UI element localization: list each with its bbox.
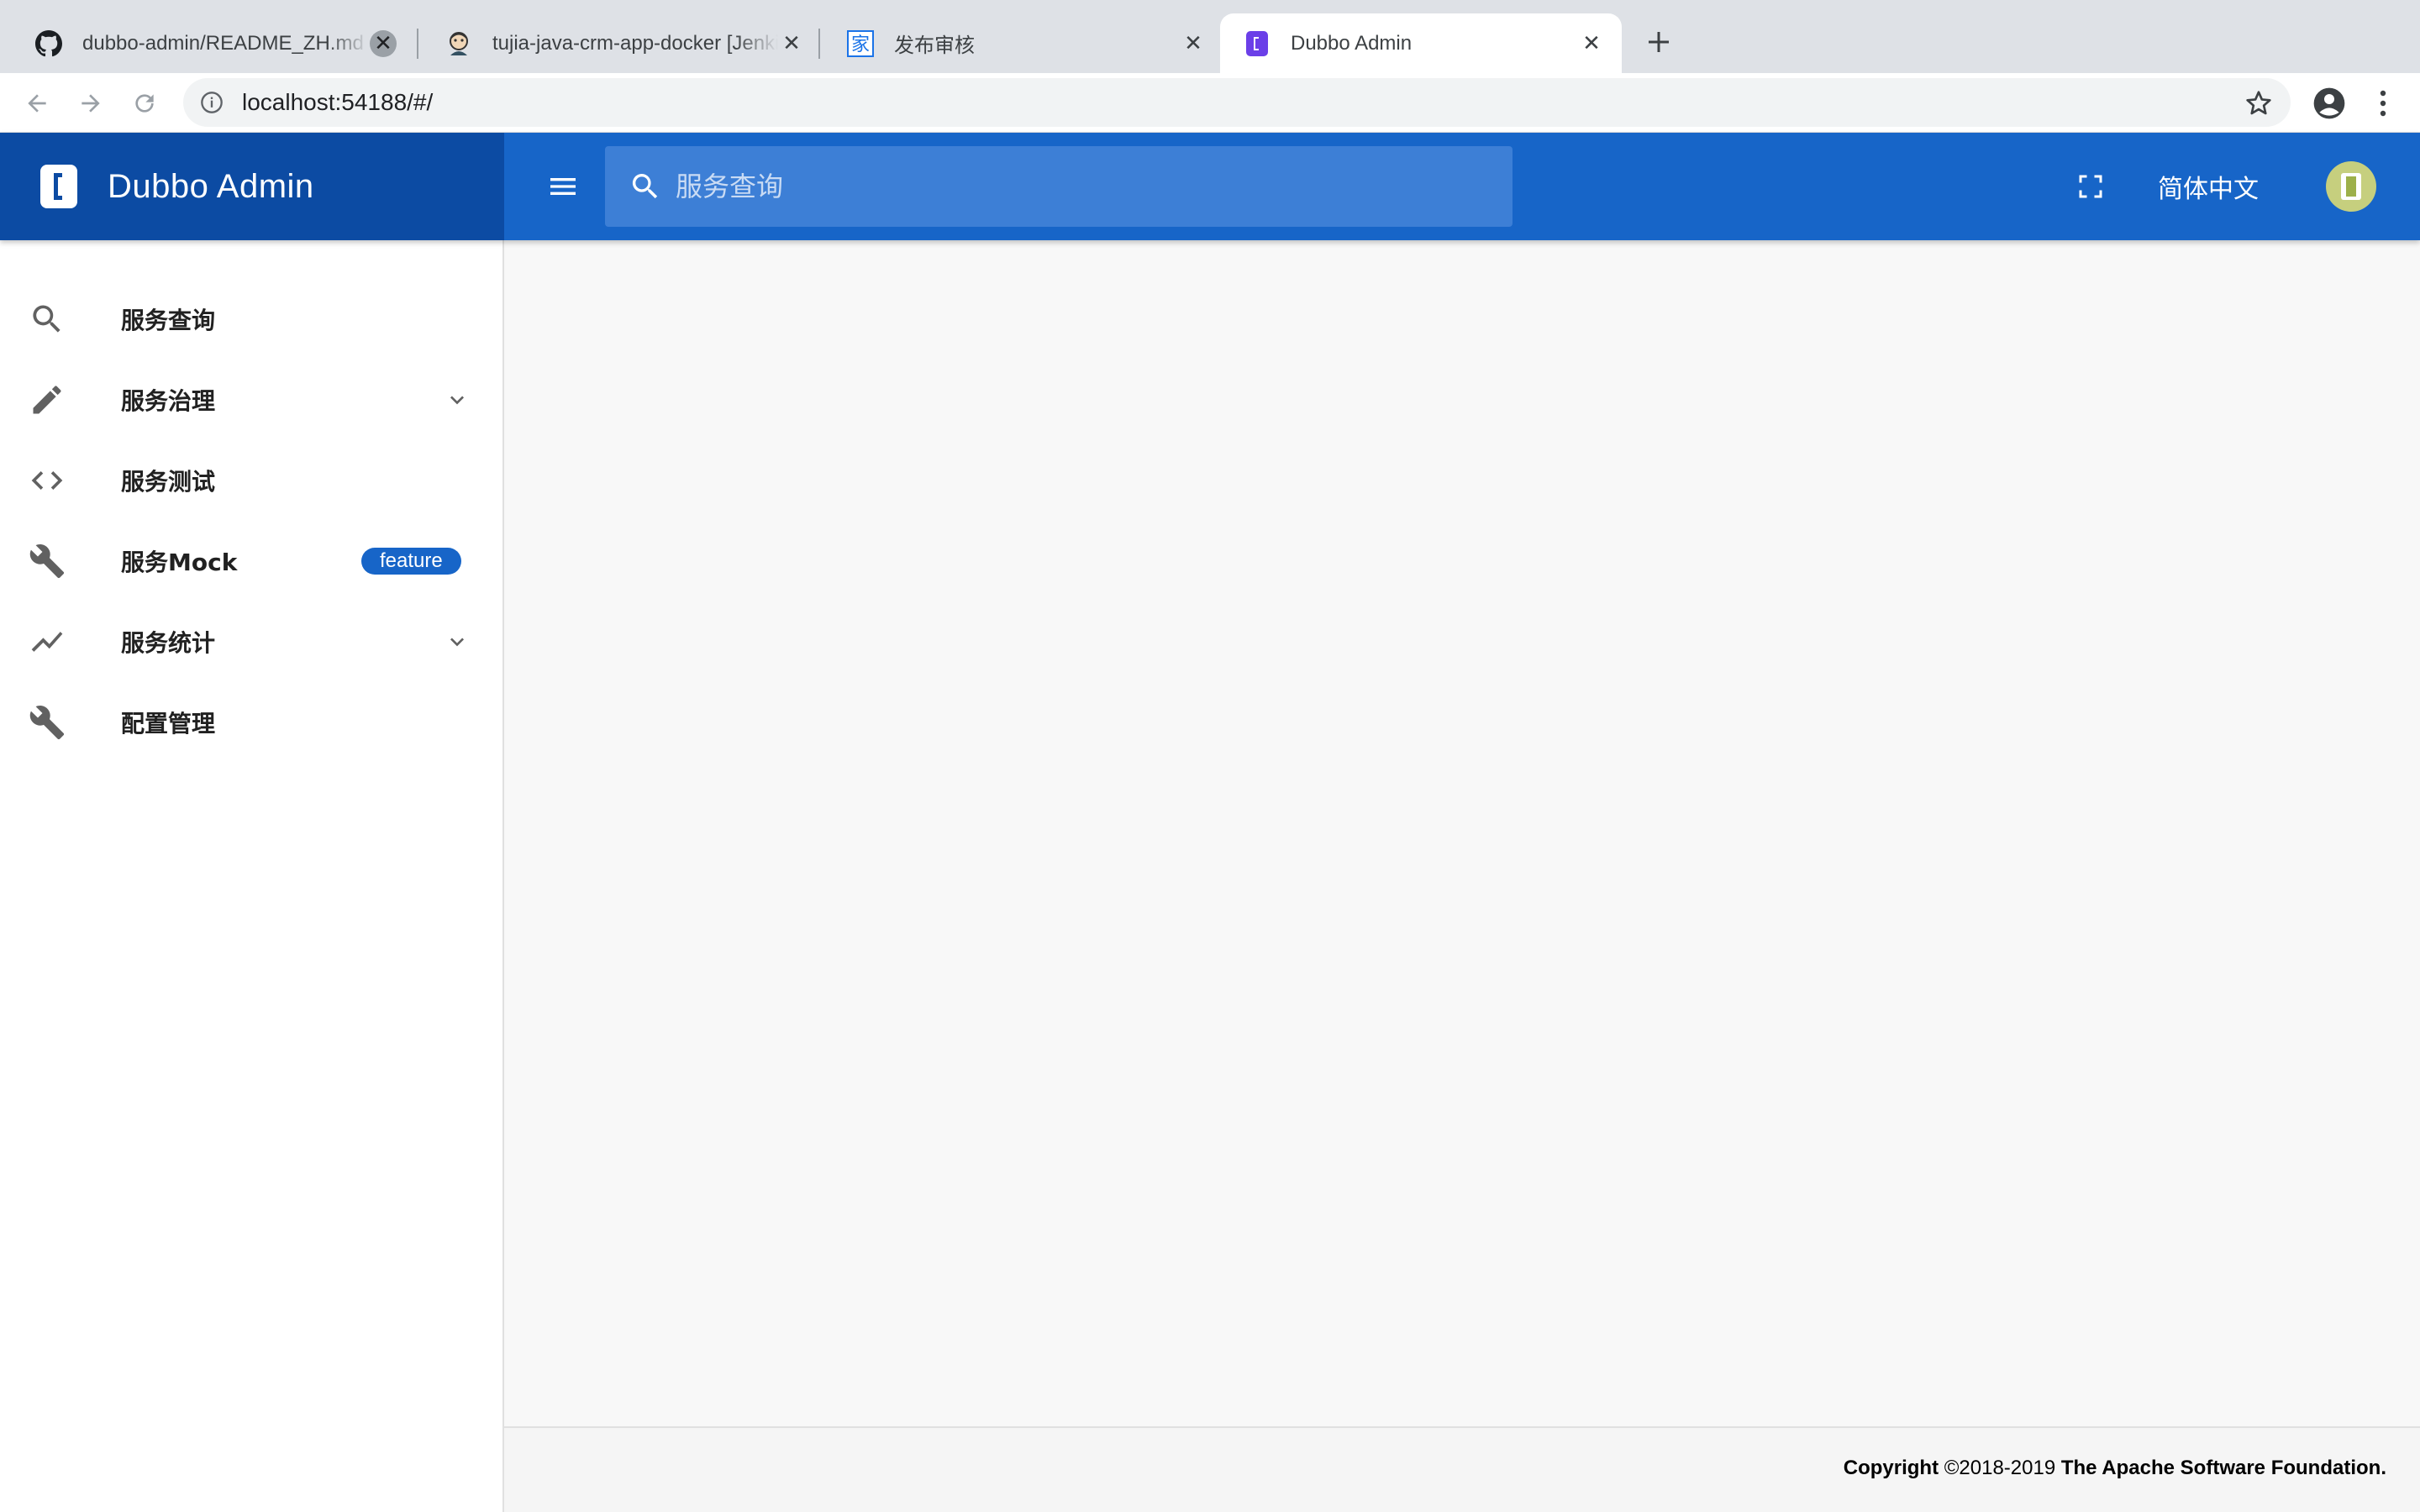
arrow-right-icon <box>82 94 100 113</box>
copyright: Copyright ©2018-2019 The Apache Software… <box>1844 1457 2386 1480</box>
sidebar-item-label: 服务查询 <box>121 307 216 334</box>
copyright-prefix: Copyright <box>1843 1457 1939 1479</box>
jenkins-icon <box>445 30 472 57</box>
copyright-years: ©2018-2019 <box>1939 1457 2061 1479</box>
svg-text:家: 家 <box>851 34 870 55</box>
browser-toolbar: localhost:54188/#/ <box>0 73 2420 133</box>
brand-title: Dubbo Admin <box>108 167 314 205</box>
dubbo-icon <box>1244 30 1270 57</box>
service-search[interactable] <box>605 146 1512 227</box>
avatar[interactable] <box>2326 161 2376 212</box>
close-icon[interactable]: ✕ <box>370 29 397 57</box>
dubbo-logo-icon <box>40 165 77 208</box>
avatar-icon <box>2341 173 2361 200</box>
sidebar-item-config-management[interactable]: 配置管理 <box>0 682 502 763</box>
tab-title: dubbo-admin/README_ZH.md at <box>82 31 370 55</box>
app-header: Dubbo Admin 简体中文 <box>0 133 2420 240</box>
browser-tab-dubbo-admin[interactable]: Dubbo Admin ✕ <box>1220 13 1622 73</box>
close-icon[interactable]: ✕ <box>1180 30 1207 57</box>
browser-tab-jenkins[interactable]: tujia-java-crm-app-docker [Jenkins] ✕ <box>422 13 822 73</box>
sidebar-item-service-test[interactable]: 服务测试 <box>0 440 502 521</box>
sidebar-item-service-statistics[interactable]: 服务统计 <box>0 601 502 682</box>
tab-title: 发布审核 <box>894 34 975 57</box>
wrench-icon <box>27 541 67 581</box>
menu-icon <box>550 178 576 195</box>
fullscreen-button[interactable] <box>2070 166 2111 207</box>
fullscreen-icon <box>2079 175 2102 198</box>
sidebar-item-service-search[interactable]: 服务查询 <box>0 279 502 360</box>
tab-title: Dubbo Admin <box>1291 31 1413 55</box>
sidebar: 服务查询 服务治理 服务测试 服务Mock feature 服务统计 配置管理 <box>0 240 504 1512</box>
more-vert-icon <box>2380 90 2386 117</box>
sidebar-item-label: 配置管理 <box>121 710 216 738</box>
reload-button[interactable] <box>124 83 165 123</box>
back-button[interactable] <box>17 83 57 123</box>
arrow-left-icon <box>28 94 46 113</box>
forward-button[interactable] <box>71 83 111 123</box>
profile-button[interactable] <box>2311 85 2348 122</box>
chevron-down-icon[interactable] <box>440 383 474 417</box>
account-circle-icon <box>2313 87 2345 119</box>
address-bar[interactable]: localhost:54188/#/ <box>183 78 2291 127</box>
copyright-org: The Apache Software Foundation. <box>2060 1457 2386 1479</box>
close-icon[interactable]: ✕ <box>778 30 805 57</box>
browser-tab-github[interactable]: dubbo-admin/README_ZH.md at ✕ <box>12 13 413 73</box>
brand[interactable]: Dubbo Admin <box>0 133 504 240</box>
chevron-down-icon[interactable] <box>440 625 474 659</box>
tab-divider <box>818 29 820 59</box>
close-icon[interactable]: ✕ <box>1578 30 1605 57</box>
info-icon[interactable] <box>198 89 225 116</box>
url-text[interactable]: localhost:54188/#/ <box>242 89 433 116</box>
browser-menu-button[interactable] <box>2365 85 2402 122</box>
sidebar-item-label: 服务统计 <box>121 629 216 657</box>
new-tab-button[interactable] <box>1640 24 1677 60</box>
star-icon[interactable] <box>2244 88 2274 118</box>
feature-badge: feature <box>361 548 461 575</box>
menu-toggle-button[interactable] <box>543 166 583 207</box>
trending-up-icon <box>27 622 67 662</box>
sidebar-item-label: 服务测试 <box>121 468 216 496</box>
plus-icon <box>1649 32 1669 52</box>
browser-tabstrip: dubbo-admin/README_ZH.md at ✕ tujia-java… <box>0 0 2420 73</box>
search-icon <box>627 168 664 205</box>
search-icon <box>27 299 67 339</box>
footer: Copyright ©2018-2019 The Apache Software… <box>504 1426 2420 1512</box>
code-icon <box>27 460 67 501</box>
sidebar-item-label: 服务治理 <box>121 387 216 415</box>
tab-divider <box>417 29 418 59</box>
sidebar-item-label: 服务Mock <box>121 549 238 576</box>
main-content <box>504 240 2420 1426</box>
sidebar-item-service-governance[interactable]: 服务治理 <box>0 360 502 440</box>
browser-tab-review[interactable]: 家 发布审核 ✕ <box>823 13 1223 73</box>
tab-title: tujia-java-crm-app-docker [Jenkins] <box>492 31 778 55</box>
pencil-icon <box>27 380 67 420</box>
search-input[interactable] <box>676 161 1512 212</box>
sidebar-item-service-mock[interactable]: 服务Mock feature <box>0 521 502 601</box>
jia-icon: 家 <box>847 29 874 57</box>
github-icon <box>35 29 62 57</box>
wrench-icon <box>27 702 67 743</box>
language-selector[interactable]: 简体中文 <box>2158 165 2259 208</box>
reload-icon <box>135 94 154 113</box>
